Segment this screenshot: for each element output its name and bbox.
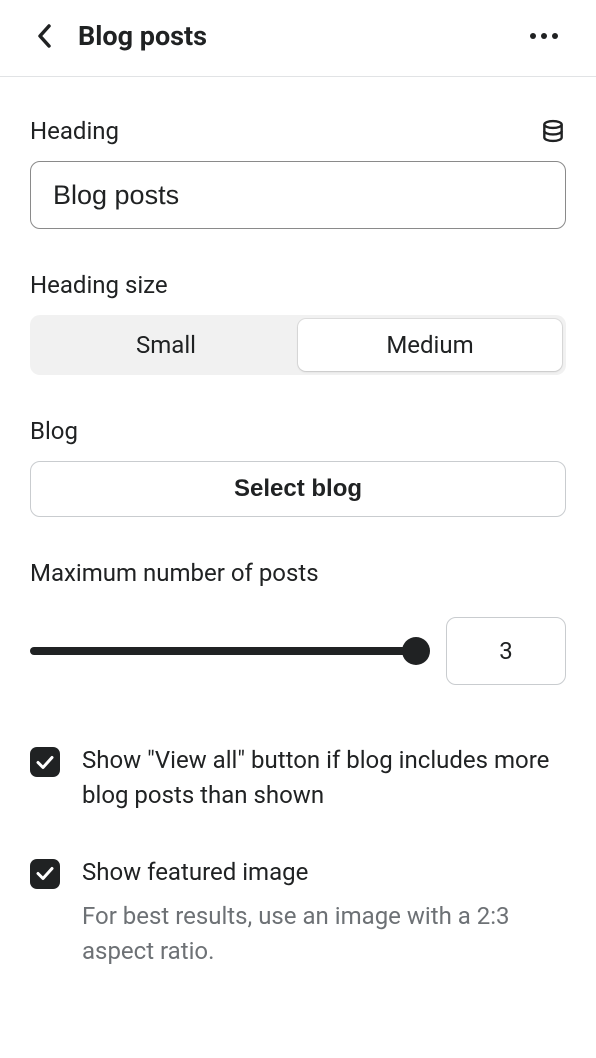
max-posts-section: Maximum number of posts 3: [30, 559, 566, 685]
show-view-all-row: Show "View all" button if blog includes …: [30, 743, 566, 813]
heading-label: Heading: [30, 117, 119, 145]
page-title: Blog posts: [78, 20, 207, 52]
chevron-left-icon: [37, 24, 51, 48]
blog-label: Blog: [30, 417, 566, 445]
max-posts-control: 3: [30, 617, 566, 685]
dot-icon: [530, 33, 536, 39]
show-featured-image-checkbox[interactable]: [30, 859, 60, 889]
back-button[interactable]: [30, 22, 58, 50]
max-posts-value[interactable]: 3: [446, 617, 566, 685]
heading-input[interactable]: [30, 161, 566, 229]
show-view-all-label: Show "View all" button if blog includes …: [82, 743, 566, 813]
show-featured-image-helper: For best results, use an image with a 2:…: [82, 899, 566, 969]
slider-track: [30, 647, 416, 655]
blog-section: Blog Select blog: [30, 417, 566, 517]
show-featured-image-row: Show featured image For best results, us…: [30, 855, 566, 969]
heading-section: Heading: [30, 117, 566, 229]
check-icon: [36, 866, 54, 881]
dot-icon: [552, 33, 558, 39]
dynamic-source-icon[interactable]: [540, 118, 566, 144]
panel-header: Blog posts: [0, 0, 596, 77]
heading-size-option-small[interactable]: Small: [34, 319, 298, 371]
max-posts-label: Maximum number of posts: [30, 559, 566, 587]
heading-size-label: Heading size: [30, 271, 566, 299]
header-left: Blog posts: [30, 20, 207, 52]
slider-thumb[interactable]: [402, 637, 430, 665]
max-posts-slider[interactable]: [30, 636, 416, 666]
heading-label-row: Heading: [30, 117, 566, 145]
heading-size-segmented: Small Medium: [30, 315, 566, 375]
more-actions-button[interactable]: [522, 25, 566, 47]
show-featured-image-text: Show featured image For best results, us…: [82, 855, 566, 969]
select-blog-button[interactable]: Select blog: [30, 461, 566, 517]
heading-size-section: Heading size Small Medium: [30, 271, 566, 375]
heading-size-option-medium[interactable]: Medium: [298, 319, 562, 371]
check-icon: [36, 755, 54, 770]
show-view-all-checkbox[interactable]: [30, 747, 60, 777]
dot-icon: [541, 33, 547, 39]
panel-content: Heading Heading size Small Medium Blog S…: [0, 77, 596, 969]
show-featured-image-label: Show featured image: [82, 855, 566, 890]
